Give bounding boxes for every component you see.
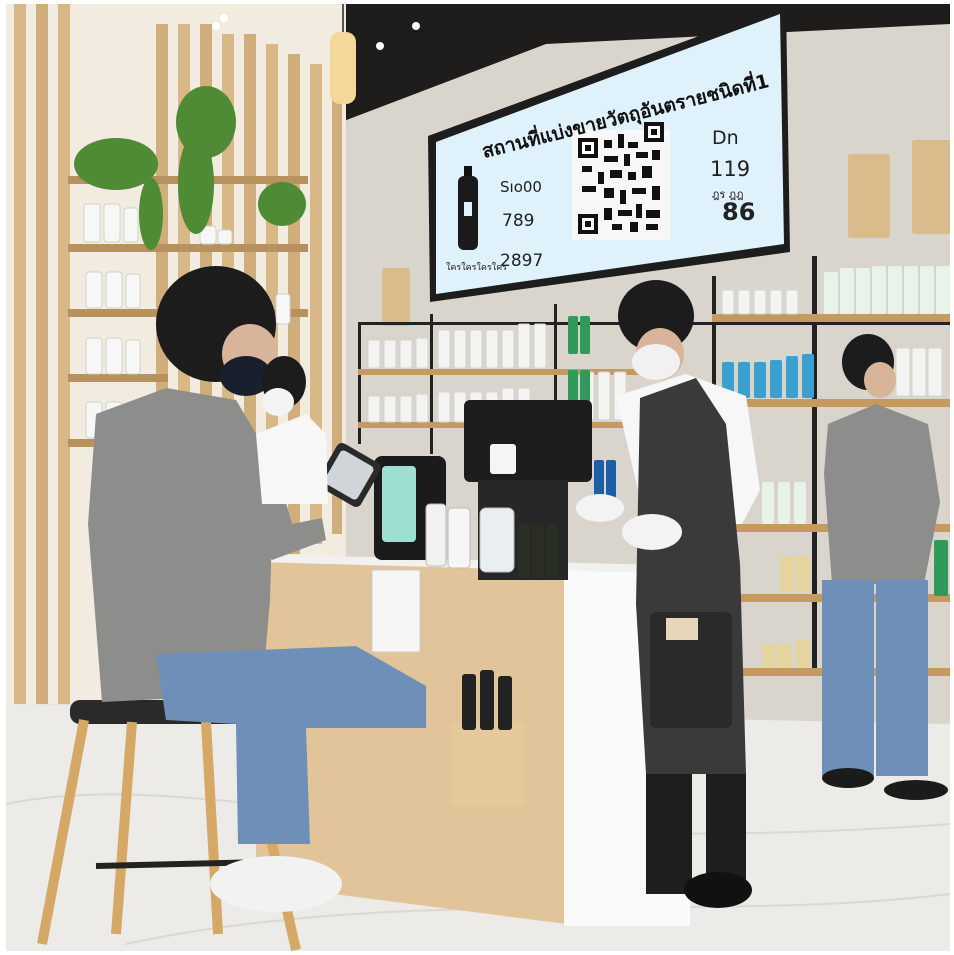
monitor-title: สถานที่แบ่งขายวัตถุอันตรายชนิดที่1 xyxy=(479,67,771,164)
monitor-right-value-2: 86 xyxy=(722,198,755,226)
wall-monitor: สถานที่แบ่งขายวัตถุอันตรายชนิดที่1 Sıo00… xyxy=(446,67,772,273)
monitor-right-label: Dn xyxy=(712,127,739,149)
photo-scene: สถานที่แบ่งขายวัตถุอันตรายชนิดที่1 Sıo00… xyxy=(6,4,950,951)
monitor-left-value-1: 789 xyxy=(502,211,534,231)
monitor-left-label: Sıo00 xyxy=(500,178,542,196)
monitor-left-caption: ใครใครใครใคร xyxy=(446,262,507,273)
monitor-right-value-1: 119 xyxy=(710,157,750,181)
